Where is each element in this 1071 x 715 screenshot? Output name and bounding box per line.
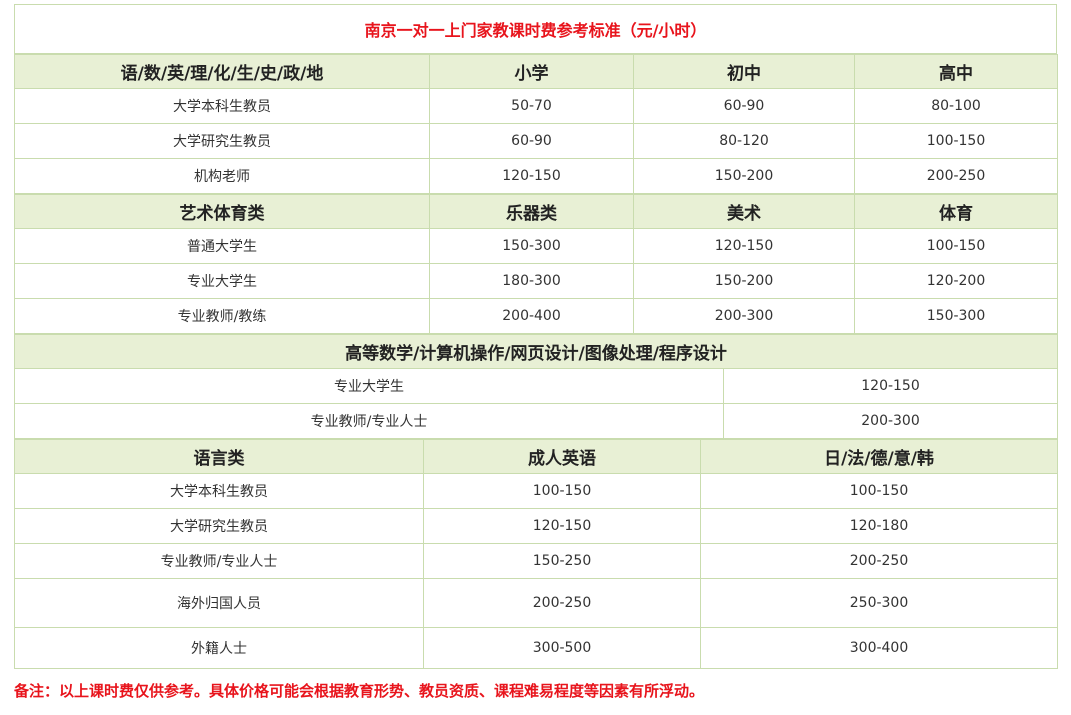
- table-cell: 100-150: [854, 123, 1058, 159]
- table-header-row: 语言类 成人英语 日/法/德/意/韩: [14, 439, 1058, 474]
- table-row: 大学研究生教员 60-90 80-120 100-150: [14, 123, 1058, 159]
- table-cell: 150-300: [429, 228, 634, 264]
- table-cell: 专业大学生: [14, 263, 430, 299]
- table-cell: 60-90: [633, 88, 855, 124]
- page-title: 南京一对一上门家教课时费参考标准（元/小时）: [14, 4, 1057, 54]
- table-cell: 大学本科生教员: [14, 88, 430, 124]
- arts-sports-table: 艺术体育类 乐器类 美术 体育 普通大学生 150-300 120-150 10…: [14, 194, 1058, 334]
- column-header: 体育: [854, 194, 1058, 229]
- column-header: 高中: [854, 54, 1058, 89]
- language-table: 语言类 成人英语 日/法/德/意/韩 大学本科生教员 100-150 100-1…: [14, 439, 1058, 669]
- table-cell: 100-150: [700, 473, 1058, 509]
- table-cell: 150-250: [423, 543, 701, 579]
- column-header: 乐器类: [429, 194, 634, 229]
- table-header-row: 艺术体育类 乐器类 美术 体育: [14, 194, 1058, 229]
- table-cell: 120-150: [423, 508, 701, 544]
- table-row: 专业教师/专业人士 150-250 200-250: [14, 543, 1058, 579]
- footnote: 备注：以上课时费仅供参考。具体价格可能会根据教育形势、教员资质、课程难易程度等因…: [14, 682, 705, 700]
- table-cell: 120-150: [633, 228, 855, 264]
- table-cell: 外籍人士: [14, 627, 424, 669]
- table-cell: 250-300: [700, 578, 1058, 628]
- table-header-row: 语/数/英/理/化/生/史/政/地 小学 初中 高中: [14, 54, 1058, 89]
- column-header: 成人英语: [423, 439, 701, 474]
- table-cell: 普通大学生: [14, 228, 430, 264]
- table-cell: 专业教师/专业人士: [14, 403, 724, 439]
- table-cell: 专业教师/教练: [14, 298, 430, 334]
- table-row: 外籍人士 300-500 300-400: [14, 627, 1058, 669]
- table-cell: 120-180: [700, 508, 1058, 544]
- table-row: 专业大学生 120-150: [14, 368, 1058, 404]
- table-cell: 大学本科生教员: [14, 473, 424, 509]
- table-cell: 200-300: [723, 403, 1058, 439]
- table-cell: 300-400: [700, 627, 1058, 669]
- table-row: 专业大学生 180-300 150-200 120-200: [14, 263, 1058, 299]
- column-header: 美术: [633, 194, 855, 229]
- title-table: 南京一对一上门家教课时费参考标准（元/小时）: [14, 4, 1057, 54]
- column-header: 小学: [429, 54, 634, 89]
- section-header: 高等数学/计算机操作/网页设计/图像处理/程序设计: [14, 334, 1058, 369]
- table-row: 大学研究生教员 120-150 120-180: [14, 508, 1058, 544]
- table-row: 机构老师 120-150 150-200 200-250: [14, 158, 1058, 194]
- table-cell: 50-70: [429, 88, 634, 124]
- table-cell: 200-250: [423, 578, 701, 628]
- table-cell: 海外归国人员: [14, 578, 424, 628]
- table-row: 大学本科生教员 100-150 100-150: [14, 473, 1058, 509]
- table-row: 普通大学生 150-300 120-150 100-150: [14, 228, 1058, 264]
- table-row: 海外归国人员 200-250 250-300: [14, 578, 1058, 628]
- advanced-skills-table: 高等数学/计算机操作/网页设计/图像处理/程序设计 专业大学生 120-150 …: [14, 334, 1058, 439]
- table-cell: 150-300: [854, 298, 1058, 334]
- table-cell: 180-300: [429, 263, 634, 299]
- table-cell: 300-500: [423, 627, 701, 669]
- table-row: 专业教师/教练 200-400 200-300 150-300: [14, 298, 1058, 334]
- table-cell: 120-150: [429, 158, 634, 194]
- table-cell: 120-150: [723, 368, 1058, 404]
- table-cell: 专业教师/专业人士: [14, 543, 424, 579]
- table-cell: 200-400: [429, 298, 634, 334]
- table-cell: 80-120: [633, 123, 855, 159]
- table-cell: 100-150: [423, 473, 701, 509]
- general-subjects-table: 语/数/英/理/化/生/史/政/地 小学 初中 高中 大学本科生教员 50-70…: [14, 54, 1058, 194]
- table-row: 专业教师/专业人士 200-300: [14, 403, 1058, 439]
- column-header: 初中: [633, 54, 855, 89]
- table-cell: 200-250: [700, 543, 1058, 579]
- table-cell: 200-250: [854, 158, 1058, 194]
- table-row: 大学本科生教员 50-70 60-90 80-100: [14, 88, 1058, 124]
- column-header: 语/数/英/理/化/生/史/政/地: [14, 54, 430, 89]
- column-header: 日/法/德/意/韩: [700, 439, 1058, 474]
- table-cell: 200-300: [633, 298, 855, 334]
- table-cell: 大学研究生教员: [14, 123, 430, 159]
- price-document: 南京一对一上门家教课时费参考标准（元/小时） 语/数/英/理/化/生/史/政/地…: [14, 4, 1058, 669]
- table-cell: 60-90: [429, 123, 634, 159]
- table-cell: 150-200: [633, 263, 855, 299]
- table-cell: 80-100: [854, 88, 1058, 124]
- table-cell: 大学研究生教员: [14, 508, 424, 544]
- table-cell: 100-150: [854, 228, 1058, 264]
- table-header-row: 高等数学/计算机操作/网页设计/图像处理/程序设计: [14, 334, 1058, 369]
- table-cell: 150-200: [633, 158, 855, 194]
- table-cell: 120-200: [854, 263, 1058, 299]
- column-header: 语言类: [14, 439, 424, 474]
- column-header: 艺术体育类: [14, 194, 430, 229]
- table-cell: 专业大学生: [14, 368, 724, 404]
- table-cell: 机构老师: [14, 158, 430, 194]
